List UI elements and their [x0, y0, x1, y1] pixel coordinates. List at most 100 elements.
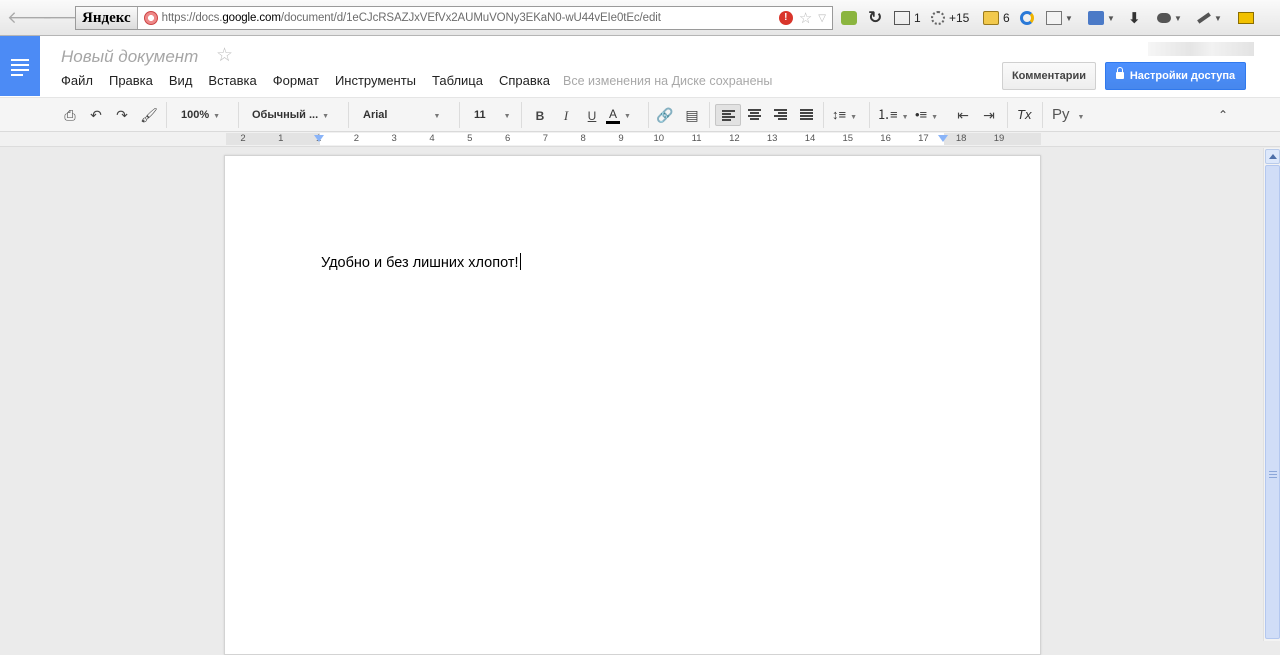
menu-format[interactable]: Формат — [273, 73, 319, 88]
scroll-thumb[interactable] — [1265, 165, 1280, 639]
menu-table[interactable]: Таблица — [432, 73, 483, 88]
mail-icon — [894, 11, 910, 25]
star-icon[interactable]: ☆ — [216, 44, 233, 67]
document-body-text[interactable]: Удобно и без лишних хлопот! — [321, 253, 521, 271]
bar-button[interactable] — [1238, 9, 1254, 27]
url-dropdown-icon[interactable]: ▽ — [818, 13, 826, 24]
ruler-tick-label: 16 — [880, 133, 891, 144]
browser-c-button[interactable] — [1020, 9, 1034, 27]
left-indent-marker[interactable] — [314, 135, 324, 142]
chevron-down-icon: ▼ — [1077, 114, 1085, 121]
mail-count: 1 — [914, 11, 921, 25]
menu-insert[interactable]: Вставка — [208, 73, 256, 88]
reload-button[interactable]: ↻ — [868, 8, 882, 27]
chevron-down-icon: ▼ — [850, 114, 858, 121]
align-justify-button[interactable] — [798, 104, 814, 126]
mail-button[interactable]: 1 — [894, 9, 921, 27]
url-host: google.com — [222, 12, 281, 24]
align-center-button[interactable] — [746, 104, 762, 126]
menu-view[interactable]: Вид — [169, 73, 193, 88]
ruler-tick-label: 6 — [504, 133, 511, 144]
document-title[interactable]: Новый документ — [61, 47, 198, 67]
docs-logo-icon[interactable] — [0, 36, 40, 96]
warning-icon[interactable]: ! — [778, 11, 793, 25]
extension-button[interactable] — [841, 9, 857, 27]
address-bar[interactable]: Яндекс https://docs.google.com/document/… — [75, 6, 833, 30]
italic-button[interactable]: I — [556, 104, 576, 126]
link-icon[interactable]: 🔗 — [655, 104, 675, 126]
underline-button[interactable]: U — [582, 104, 602, 126]
paragraph-text: Удобно и без лишних хлопот! — [321, 255, 519, 271]
window-button[interactable]: ▼ — [1046, 9, 1073, 27]
ruler-tick-label: 9 — [618, 133, 624, 144]
chevron-down-icon: ▼ — [624, 113, 631, 120]
comment-icon[interactable]: ▤ — [682, 104, 702, 126]
download-arrow-icon: ⬇ — [1128, 10, 1141, 27]
ruler-tick-label: 4 — [429, 133, 435, 144]
chevron-down-icon: ▼ — [433, 113, 441, 120]
menu-edit[interactable]: Правка — [109, 73, 153, 88]
numbered-list-button[interactable]: ⒈≡ ▼ — [877, 104, 909, 126]
bookmark-star-icon[interactable]: ☆ — [799, 9, 812, 27]
document-page[interactable]: Удобно и без лишних хлопот! — [224, 155, 1041, 655]
ruler-tick-label: 10 — [653, 133, 665, 144]
decrease-indent-icon[interactable]: ⇤ — [953, 104, 973, 126]
tools-button[interactable]: ▼ — [1197, 9, 1222, 27]
weather-button[interactable]: +15 — [931, 9, 969, 27]
text-color-icon: A — [606, 107, 621, 124]
font-size-select[interactable]: 11 ▼ — [474, 104, 514, 126]
text-color-button[interactable]: A ▼ — [606, 104, 631, 126]
ruler-tick-label: 11 — [691, 133, 702, 144]
download-button[interactable]: ⬇ — [1128, 9, 1141, 27]
notes-button[interactable]: 6 — [983, 9, 1010, 27]
align-right-icon — [773, 109, 787, 120]
line-spacing-button[interactable]: ↕≡ ▼ — [832, 104, 857, 126]
menu-help[interactable]: Справка — [499, 73, 550, 88]
favorites-button[interactable]: ▼ — [1088, 9, 1115, 27]
bold-icon: B — [535, 109, 545, 123]
vertical-scrollbar[interactable] — [1263, 148, 1280, 641]
font-value: Arial — [363, 109, 388, 121]
font-select[interactable]: Arial ▼ — [363, 104, 449, 126]
align-left-button[interactable] — [715, 104, 741, 126]
comments-button[interactable]: Комментарии — [1002, 62, 1096, 90]
ruler-tick-label: 12 — [729, 133, 740, 144]
paint-format-icon[interactable]: 🖌 — [139, 104, 159, 126]
back-arrow-icon[interactable]: 🡐 — [7, 8, 53, 28]
print-icon[interactable]: ⎙ — [60, 104, 80, 126]
account-name-blurred[interactable] — [1148, 42, 1254, 56]
align-right-button[interactable] — [772, 104, 788, 126]
site-security-icon[interactable] — [143, 11, 158, 25]
line-spacing-icon: ↕≡ — [832, 107, 847, 122]
menu-tools[interactable]: Инструменты — [335, 73, 416, 88]
addon-icon — [1157, 13, 1171, 23]
menu-bar: Файл Правка Вид Вставка Формат Инструмен… — [61, 73, 566, 88]
pen-icon — [1197, 12, 1211, 24]
share-label: Настройки доступа — [1129, 70, 1236, 82]
bold-button[interactable]: B — [530, 104, 550, 126]
forward-arrow-icon[interactable]: 🡒 — [42, 8, 88, 28]
yandex-search-button[interactable]: Яндекс — [76, 7, 138, 29]
weather-sun-icon — [931, 11, 945, 25]
collapse-toolbar-icon[interactable]: ⌃ — [1213, 104, 1233, 126]
increase-indent-icon[interactable]: ⇥ — [979, 104, 999, 126]
clear-formatting-button[interactable]: Tx — [1017, 104, 1031, 126]
bulleted-list-button[interactable]: •≡ ▼ — [915, 104, 938, 126]
ruler-tick-label: 17 — [918, 133, 929, 144]
right-indent-marker[interactable] — [938, 135, 948, 142]
ruler: 2 1 1 2 3 4 5 6 7 8 9 10 11 12 13 14 15 16 17 18 19 — [0, 132, 1280, 147]
addon-button[interactable]: ▼ — [1157, 9, 1182, 27]
paragraph-style-select[interactable]: Обычный ... ▼ — [252, 104, 338, 126]
notes-icon — [983, 11, 999, 25]
zoom-select[interactable]: 100% ▼ — [181, 104, 231, 126]
scroll-up-arrow-icon[interactable] — [1265, 149, 1280, 164]
notes-count: 6 — [1003, 11, 1010, 25]
url-text[interactable]: https://docs.google.com/document/d/1eCJc… — [162, 12, 779, 24]
yandex-label: Яндекс — [82, 10, 131, 26]
menu-file[interactable]: Файл — [61, 73, 93, 88]
chevron-down-icon: ▼ — [1065, 13, 1073, 23]
input-language-button[interactable]: Ру ▼ — [1052, 104, 1084, 126]
redo-icon[interactable]: ↷ — [112, 104, 132, 126]
undo-icon[interactable]: ↶ — [86, 104, 106, 126]
share-button[interactable]: Настройки доступа — [1105, 62, 1246, 90]
